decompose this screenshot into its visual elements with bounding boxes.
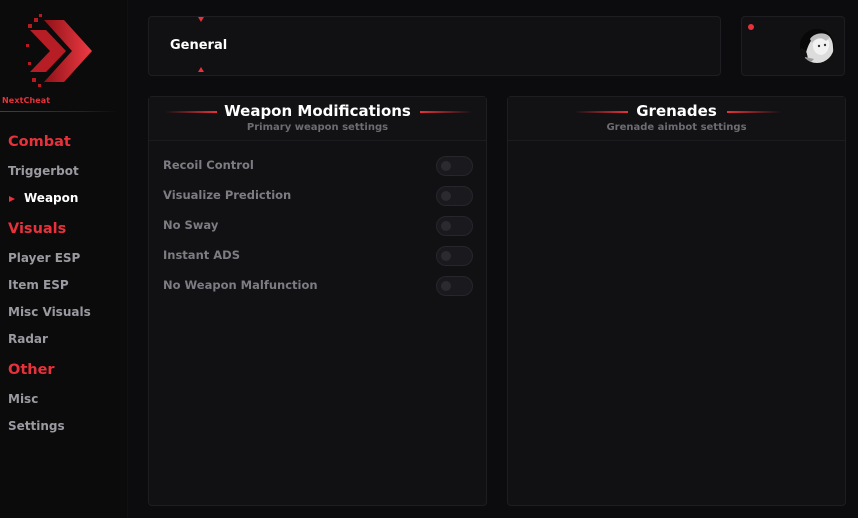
setting-instant-ads: Instant ADS bbox=[163, 246, 473, 266]
anime-avatar-icon bbox=[800, 29, 834, 63]
nav-section-other: Other bbox=[8, 362, 55, 378]
visualize-prediction-toggle[interactable] bbox=[436, 186, 473, 206]
sidebar-item-radar[interactable]: Radar bbox=[8, 332, 48, 346]
user-box bbox=[741, 16, 845, 76]
sidebar-item-player-esp[interactable]: Player ESP bbox=[8, 251, 80, 265]
recoil-control-toggle[interactable] bbox=[436, 156, 473, 176]
tab-selector: General bbox=[148, 16, 721, 76]
setting-label: Visualize Prediction bbox=[163, 188, 292, 202]
sidebar-item-triggerbot[interactable]: Triggerbot bbox=[8, 164, 79, 178]
setting-visualize-prediction: Visualize Prediction bbox=[163, 186, 473, 206]
tab-prev-arrow-icon[interactable] bbox=[198, 17, 204, 22]
panel-header: Weapon Modifications Primary weapon sett… bbox=[149, 97, 486, 141]
grenades-panel: Grenades Grenade aimbot settings bbox=[507, 96, 846, 506]
weapon-modifications-panel: Weapon Modifications Primary weapon sett… bbox=[148, 96, 487, 506]
no-weapon-malfunction-toggle[interactable] bbox=[436, 276, 473, 296]
sidebar-item-settings[interactable]: Settings bbox=[8, 419, 65, 433]
panel-subtitle: Primary weapon settings bbox=[246, 122, 389, 133]
nav-section-visuals: Visuals bbox=[8, 221, 67, 237]
setting-label: Recoil Control bbox=[163, 158, 254, 172]
title-decoration-right bbox=[420, 111, 472, 113]
setting-label: No Weapon Malfunction bbox=[163, 278, 318, 292]
sidebar-item-weapon[interactable]: Weapon bbox=[24, 191, 78, 205]
instant-ads-toggle[interactable] bbox=[436, 246, 473, 266]
panel-subtitle: Grenade aimbot settings bbox=[606, 122, 747, 133]
setting-label: Instant ADS bbox=[163, 248, 240, 262]
sidebar-item-item-esp[interactable]: Item ESP bbox=[8, 278, 69, 292]
sidebar: NextCheat Combat Triggerbot Weapon Visua… bbox=[0, 0, 128, 518]
sidebar-item-misc[interactable]: Misc bbox=[8, 392, 38, 406]
tab-next-arrow-icon[interactable] bbox=[198, 67, 204, 72]
brand-name: NextCheat bbox=[2, 96, 51, 105]
toggle-knob bbox=[441, 161, 451, 171]
nav-section-combat: Combat bbox=[8, 134, 71, 150]
active-indicator-icon bbox=[9, 196, 15, 202]
no-sway-toggle[interactable] bbox=[436, 216, 473, 236]
setting-recoil-control: Recoil Control bbox=[163, 156, 473, 176]
panel-header: Grenades Grenade aimbot settings bbox=[508, 97, 845, 141]
toggle-knob bbox=[441, 221, 451, 231]
status-dot-icon bbox=[748, 24, 754, 30]
sidebar-item-misc-visuals[interactable]: Misc Visuals bbox=[8, 305, 91, 319]
toggle-knob bbox=[441, 251, 451, 261]
brand-logo-icon bbox=[26, 14, 92, 87]
panel-title: Grenades bbox=[636, 102, 717, 120]
brand-divider bbox=[0, 111, 118, 112]
toggle-knob bbox=[441, 191, 451, 201]
title-decoration-right bbox=[727, 111, 781, 113]
setting-no-weapon-malfunction: No Weapon Malfunction bbox=[163, 276, 473, 296]
app-window: NextCheat Combat Triggerbot Weapon Visua… bbox=[0, 0, 858, 518]
toggle-knob bbox=[441, 281, 451, 291]
tab-current[interactable]: General bbox=[170, 38, 227, 53]
avatar[interactable] bbox=[800, 29, 834, 63]
setting-label: No Sway bbox=[163, 218, 219, 232]
setting-no-sway: No Sway bbox=[163, 216, 473, 236]
